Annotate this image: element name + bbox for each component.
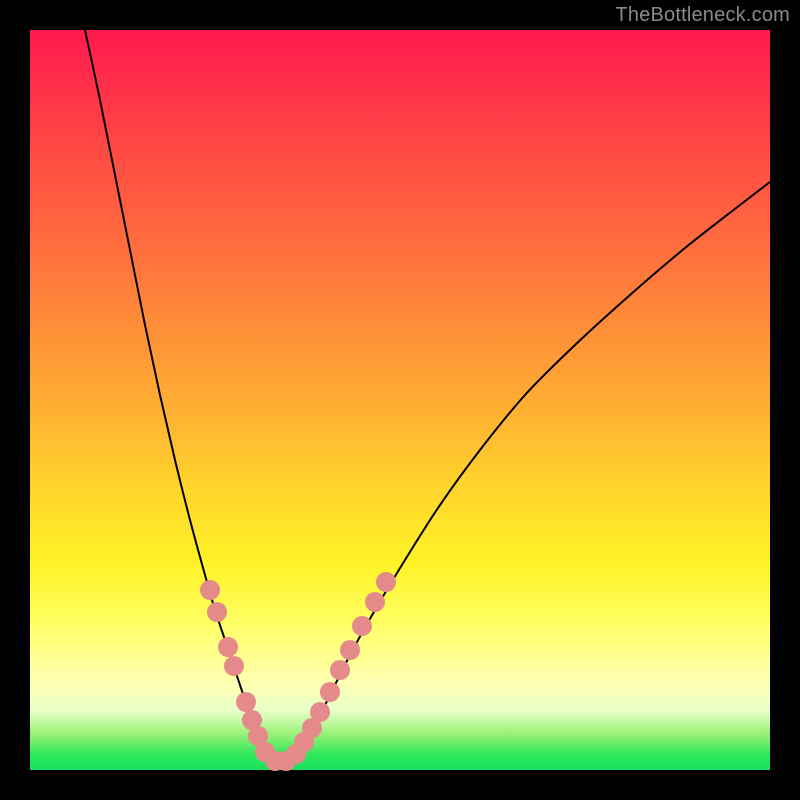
marker-point xyxy=(310,702,330,722)
watermark-text: TheBottleneck.com xyxy=(615,4,790,27)
v-curve xyxy=(85,30,770,763)
chart-frame: TheBottleneck.com xyxy=(0,0,800,800)
marker-point xyxy=(320,682,340,702)
marker-point xyxy=(340,640,360,660)
marker-point xyxy=(207,602,227,622)
marker-point xyxy=(352,616,372,636)
marker-point xyxy=(376,572,396,592)
plot-area xyxy=(30,30,770,770)
curve-markers xyxy=(200,572,396,771)
series-left-branch xyxy=(85,30,270,760)
marker-point xyxy=(218,637,238,657)
marker-point xyxy=(330,660,350,680)
marker-point xyxy=(236,692,256,712)
marker-point xyxy=(365,592,385,612)
marker-point xyxy=(224,656,244,676)
series-right-branch xyxy=(290,182,770,760)
curve-layer xyxy=(30,30,770,770)
marker-point xyxy=(200,580,220,600)
